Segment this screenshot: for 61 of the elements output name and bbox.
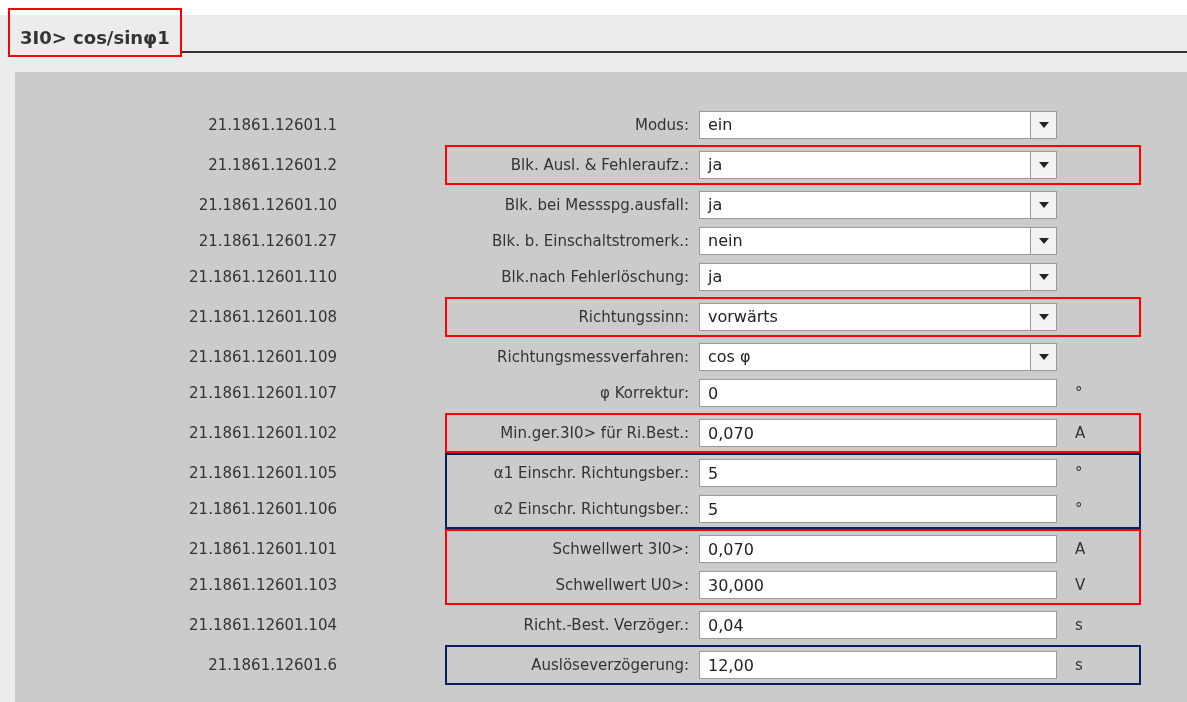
parameter-label: α1 Einschr. Richtungsber.: xyxy=(493,462,689,484)
dropdown[interactable]: ein xyxy=(699,111,1057,139)
parameter-id: 21.1861.12601.2 xyxy=(208,154,337,176)
parameter-label: Richtungssinn: xyxy=(578,306,689,328)
caret-icon xyxy=(1037,353,1050,361)
unit-label: ° xyxy=(1075,382,1083,404)
dropdown[interactable]: ja xyxy=(699,151,1057,179)
parameter-id: 21.1861.12601.107 xyxy=(189,382,337,404)
parameter-id: 21.1861.12601.103 xyxy=(189,574,337,596)
parameter-label: Min.ger.3I0> für Ri.Best.: xyxy=(500,422,689,444)
dropdown[interactable]: vorwärts xyxy=(699,303,1057,331)
caret-icon xyxy=(1037,161,1050,169)
unit-label: ° xyxy=(1075,498,1083,520)
parameter-label: Blk. b. Einschaltstromerk.: xyxy=(492,230,689,252)
parameter-id: 21.1861.12601.110 xyxy=(189,266,337,288)
parameter-label: Blk. bei Messspg.ausfall: xyxy=(504,194,689,216)
input-field[interactable]: 5 xyxy=(699,459,1057,487)
unit-label: A xyxy=(1075,538,1086,560)
unit-label: A xyxy=(1075,422,1086,444)
input-field[interactable]: 30,000 xyxy=(699,571,1057,599)
parameter-id: 21.1861.12601.104 xyxy=(189,614,337,636)
unit-label: s xyxy=(1075,614,1083,636)
dropdown[interactable]: ja xyxy=(699,191,1057,219)
parameter-id: 21.1861.12601.101 xyxy=(189,538,337,560)
caret-icon xyxy=(1037,121,1050,129)
dropdown[interactable]: cos φ xyxy=(699,343,1057,371)
parameter-id: 21.1861.12601.1 xyxy=(208,114,337,136)
caret-icon xyxy=(1037,237,1050,245)
parameter-label: Modus: xyxy=(634,114,689,136)
parameter-label: Schwellwert U0>: xyxy=(555,574,689,596)
unit-label: ° xyxy=(1075,462,1083,484)
caret-icon xyxy=(1037,201,1050,209)
parameter-id: 21.1861.12601.27 xyxy=(198,230,337,252)
parameter-id: 21.1861.12601.109 xyxy=(189,346,337,368)
parameter-label: α2 Einschr. Richtungsber.: xyxy=(493,498,689,520)
parameter-label: Blk. Ausl. & Fehleraufz.: xyxy=(510,154,689,176)
section-title: 3I0> cos/sinφ1 xyxy=(20,27,170,48)
parameter-label: Blk.nach Fehlerlöschung: xyxy=(501,266,689,288)
input-field[interactable]: 5 xyxy=(699,495,1057,523)
parameter-label: Richtungsmessverfahren: xyxy=(497,346,689,368)
unit-label: s xyxy=(1075,654,1083,676)
parameter-id: 21.1861.12601.108 xyxy=(189,306,337,328)
parameter-label: Auslöseverzögerung: xyxy=(531,654,689,676)
parameter-label: Schwellwert 3I0>: xyxy=(552,538,689,560)
parameter-label: φ Korrektur: xyxy=(600,382,689,404)
dropdown[interactable]: nein xyxy=(699,227,1057,255)
parameter-id: 21.1861.12601.105 xyxy=(189,462,337,484)
dropdown[interactable]: ja xyxy=(699,263,1057,291)
input-field[interactable]: 0,070 xyxy=(699,419,1057,447)
caret-icon xyxy=(1037,273,1050,281)
parameter-id: 21.1861.12601.106 xyxy=(189,498,337,520)
input-field[interactable]: 12,00 xyxy=(699,651,1057,679)
parameter-id: 21.1861.12601.10 xyxy=(198,194,337,216)
input-field[interactable]: 0,04 xyxy=(699,611,1057,639)
unit-label: V xyxy=(1075,574,1086,596)
input-field[interactable]: 0 xyxy=(699,379,1057,407)
parameter-id: 21.1861.12601.102 xyxy=(189,422,337,444)
parameter-label: Richt.-Best. Verzöger.: xyxy=(523,614,689,636)
caret-icon xyxy=(1037,313,1050,321)
input-field[interactable]: 0,070 xyxy=(699,535,1057,563)
parameter-id: 21.1861.12601.6 xyxy=(208,654,337,676)
